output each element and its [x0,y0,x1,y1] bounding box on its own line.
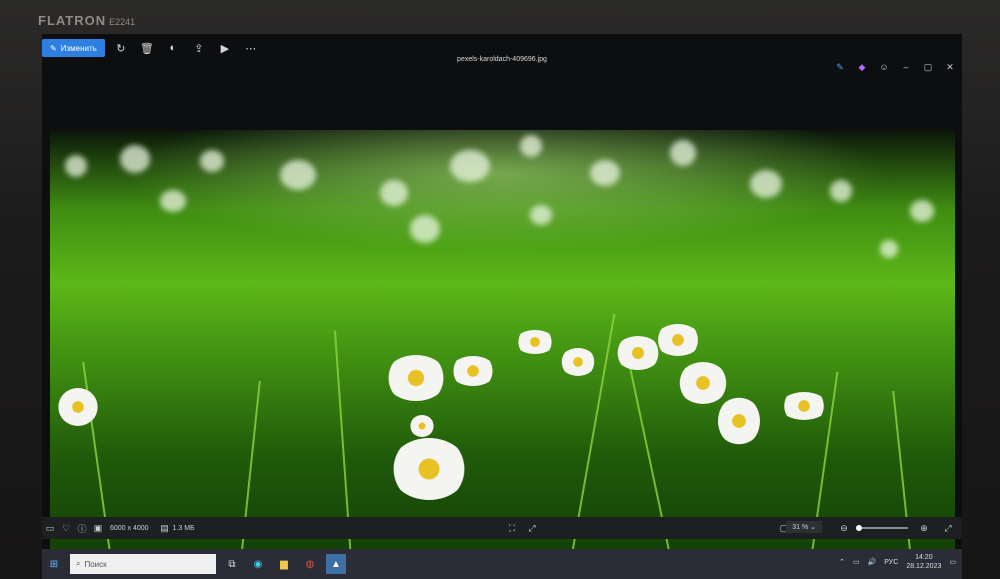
window-controls: ✎ ◆ ☺ – ▢ ✕ [834,62,956,73]
network-icon[interactable]: ▭ [853,558,860,566]
task-view-icon[interactable]: ⧉ [222,554,242,574]
more-icon[interactable]: ⋯ [241,39,261,57]
info-icon[interactable]: ⓘ [74,522,90,535]
monitor-bezel: FLATRON E2241 ✎ Изменить ↻ 🗑 ◐ ⇪ ▶ ⋯ pexe… [0,0,1000,579]
edge-icon[interactable]: ◉ [248,554,268,574]
monitor-brand: FLATRON E2241 [38,13,136,28]
filmstrip-icon[interactable]: ▭ [42,523,58,534]
file-size: 1.3 МБ [172,524,195,532]
clock[interactable]: 14:20 28.12.2023 [906,553,941,571]
fit-icon[interactable]: ⛶ [504,523,520,534]
taskbar: ⊞ ⌕ Поиск ⧉ ◉ ▆ ◍ ▲ ⌃ ▭ 🔊 РУС 14:20 28.1… [42,549,962,579]
actual-size-icon[interactable]: ⤢ [524,523,540,534]
zoom-level-dropdown[interactable]: 31 % ⌄ [786,521,822,533]
minimize-icon[interactable]: – [900,62,912,73]
slideshow-icon[interactable]: ▶ [215,39,235,57]
file-explorer-icon[interactable]: ▆ [274,554,294,574]
favorite-icon[interactable]: ♡ [58,523,74,534]
zoom-in-icon[interactable]: ⊕ [916,523,932,534]
file-title: pexels-karoldach-409696.jpg [457,56,547,63]
image-size-icon: ▣ [93,522,103,533]
image-dimensions: 6000 x 4000 [110,524,149,532]
maximize-icon[interactable]: ▢ [922,62,934,73]
language-indicator[interactable]: РУС [884,559,898,566]
share-icon[interactable]: ⇪ [189,39,209,57]
adjust-icon[interactable]: ◐ [163,39,183,57]
pen-icon[interactable]: ✎ [834,62,846,73]
search-icon: ⌕ [76,559,81,568]
screen: ✎ Изменить ↻ 🗑 ◐ ⇪ ▶ ⋯ pexels-karoldach-… [42,34,962,579]
file-size-icon: ▤ [160,522,169,533]
volume-icon[interactable]: 🔊 [868,558,877,566]
photos-app-icon[interactable]: ▲ [326,554,346,574]
close-icon[interactable]: ✕ [944,62,956,73]
system-tray: ⌃ ▭ 🔊 РУС 14:20 28.12.2023 ▭ [839,553,956,571]
tray-chevron-icon[interactable]: ⌃ [839,558,845,566]
people-icon[interactable]: ☺ [878,62,890,73]
fullscreen-icon[interactable]: ⤢ [940,523,956,534]
windows-start-icon[interactable]: ⊞ [44,554,64,574]
trash-icon[interactable]: 🗑 [137,39,157,57]
photo-daisies [50,130,955,566]
notifications-icon[interactable]: ▭ [949,558,956,566]
taskbar-search[interactable]: ⌕ Поиск [70,554,216,574]
effects-icon[interactable]: ◆ [856,62,868,73]
chrome-icon[interactable]: ◍ [300,554,320,574]
rotate-icon[interactable]: ↻ [111,39,131,57]
zoom-slider[interactable] [856,525,908,531]
edit-icon: ✎ [50,43,57,53]
zoom-out-icon[interactable]: ⊖ [836,523,852,534]
edit-button[interactable]: ✎ Изменить [42,39,105,57]
status-bar: ▭ ♡ ⓘ ▣ 6000 x 4000 ▤ 1.3 МБ ⛶ ⤢ ▢ 31 % … [42,517,962,539]
